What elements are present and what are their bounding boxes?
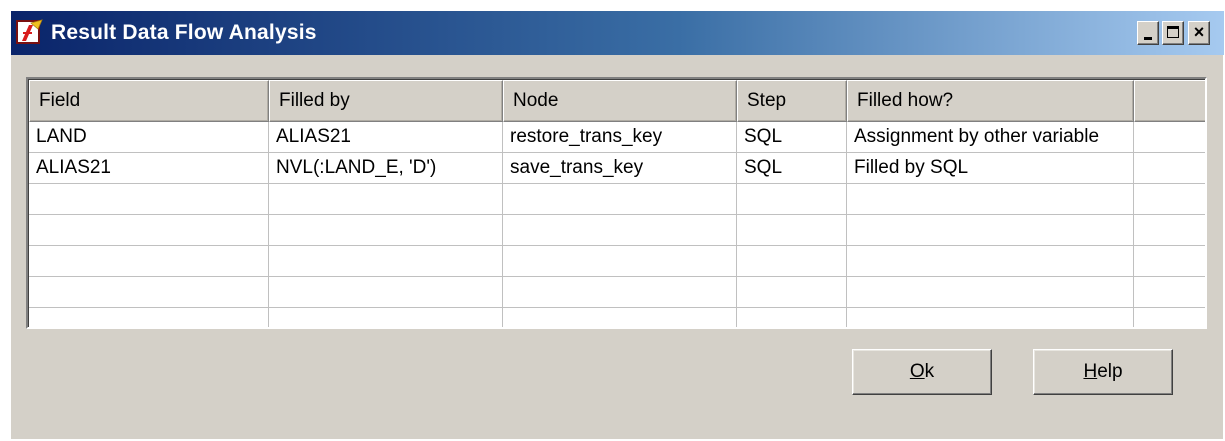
cell-extra xyxy=(1134,215,1205,245)
title-bar[interactable]: Result Data Flow Analysis × xyxy=(11,11,1224,55)
table-row[interactable]: ALIAS21 NVL(:LAND_E, 'D') save_trans_key SQ… xyxy=(29,153,1205,184)
cell-field xyxy=(29,215,269,245)
column-header-step[interactable]: Step xyxy=(737,80,847,122)
cell-node: save_trans_key xyxy=(503,153,737,183)
cell-filled-by xyxy=(269,246,503,276)
sql-tool-icon xyxy=(16,19,43,44)
ok-label: k xyxy=(924,361,935,382)
cell-step xyxy=(737,277,847,307)
column-header-node[interactable]: Node xyxy=(503,80,737,122)
column-header-extra[interactable] xyxy=(1134,80,1205,122)
help-accel: H xyxy=(1083,361,1098,382)
column-header-field[interactable]: Field xyxy=(29,80,269,122)
cell-extra xyxy=(1134,122,1205,152)
cell-step: SQL xyxy=(737,122,847,152)
cell-extra xyxy=(1134,308,1205,327)
maximize-button[interactable] xyxy=(1162,21,1184,45)
minimize-icon xyxy=(1144,37,1152,40)
cell-extra xyxy=(1134,153,1205,183)
cell-filled-how xyxy=(847,277,1134,307)
cell-filled-by xyxy=(269,215,503,245)
cell-node: restore_trans_key xyxy=(503,122,737,152)
cell-filled-how: Filled by SQL xyxy=(847,153,1134,183)
cell-filled-by: NVL(:LAND_E, 'D') xyxy=(269,153,503,183)
column-header-filled-how[interactable]: Filled how? xyxy=(847,80,1134,122)
cell-field xyxy=(29,308,269,327)
close-icon: × xyxy=(1193,22,1205,42)
cell-filled-by xyxy=(269,277,503,307)
result-list[interactable]: Field Filled by Node Step Filled how? LAND AL… xyxy=(26,77,1207,329)
window-title: Result Data Flow Analysis xyxy=(51,21,317,44)
minimize-button[interactable] xyxy=(1137,21,1159,45)
cell-node xyxy=(503,246,737,276)
cell-step xyxy=(737,215,847,245)
ok-button[interactable]: Ok xyxy=(852,349,992,395)
cell-step xyxy=(737,308,847,327)
maximize-icon xyxy=(1167,26,1179,38)
cell-extra xyxy=(1134,246,1205,276)
cell-filled-how xyxy=(847,308,1134,327)
table-row[interactable] xyxy=(29,246,1205,277)
table-row[interactable] xyxy=(29,308,1205,327)
cell-node xyxy=(503,308,737,327)
cell-step: SQL xyxy=(737,153,847,183)
table-row[interactable]: LAND ALIAS21 restore_trans_key SQL Assignmen… xyxy=(29,122,1205,153)
cell-field: LAND xyxy=(29,122,269,152)
cell-field xyxy=(29,277,269,307)
dialog-window: Result Data Flow Analysis × Field Filled … xyxy=(10,10,1224,439)
cell-filled-how xyxy=(847,184,1134,214)
help-button[interactable]: Help xyxy=(1033,349,1173,395)
result-list-frame: Field Filled by Node Step Filled how? LAND AL… xyxy=(28,79,1205,327)
table-row[interactable] xyxy=(29,215,1205,246)
table-row[interactable] xyxy=(29,277,1205,308)
cell-node xyxy=(503,215,737,245)
cell-filled-by xyxy=(269,308,503,327)
cell-node xyxy=(503,184,737,214)
close-button[interactable]: × xyxy=(1188,21,1210,45)
ok-accel: O xyxy=(909,361,925,382)
cell-filled-how xyxy=(847,215,1134,245)
list-header: Field Filled by Node Step Filled how? xyxy=(29,80,1205,122)
cell-filled-by: ALIAS21 xyxy=(269,122,503,152)
cell-filled-how: Assignment by other variable xyxy=(847,122,1134,152)
cell-extra xyxy=(1134,277,1205,307)
help-label: elp xyxy=(1097,361,1123,382)
column-header-filled-by[interactable]: Filled by xyxy=(269,80,503,122)
cell-extra xyxy=(1134,184,1205,214)
cell-field: ALIAS21 xyxy=(29,153,269,183)
cell-filled-how xyxy=(847,246,1134,276)
cell-step xyxy=(737,184,847,214)
cell-step xyxy=(737,246,847,276)
cell-field xyxy=(29,246,269,276)
cell-node xyxy=(503,277,737,307)
cell-filled-by xyxy=(269,184,503,214)
cell-field xyxy=(29,184,269,214)
table-row[interactable] xyxy=(29,184,1205,215)
